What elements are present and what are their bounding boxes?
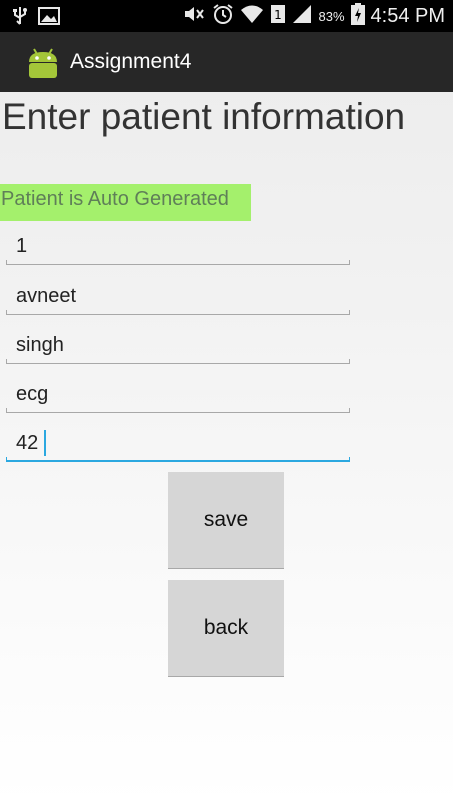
status-time: 4:54 PM xyxy=(370,4,445,27)
age-input[interactable] xyxy=(6,426,350,460)
first-name-field[interactable] xyxy=(6,279,350,315)
wifi-icon xyxy=(240,4,264,29)
battery-charging-icon xyxy=(350,2,365,30)
save-button[interactable]: save xyxy=(168,472,284,569)
usb-icon xyxy=(12,6,28,31)
page-title: Enter patient information xyxy=(2,96,406,137)
last-name-input[interactable] xyxy=(6,328,350,362)
android-icon xyxy=(26,47,60,84)
battery-percent: 83% xyxy=(318,8,345,24)
test-input[interactable] xyxy=(6,377,350,411)
age-field[interactable] xyxy=(6,426,350,462)
last-name-field[interactable] xyxy=(6,328,350,364)
alarm-icon xyxy=(212,3,234,30)
app-title: Assignment4 xyxy=(70,50,192,73)
status-bar: 1 83% 4:54 PM xyxy=(0,0,453,32)
field-underline xyxy=(6,412,350,413)
auto-generated-label: Patient is Auto Generated xyxy=(0,184,251,221)
signal-icon xyxy=(292,4,312,29)
image-icon xyxy=(38,6,60,31)
sim-icon: 1 xyxy=(270,4,286,29)
patient-id-field[interactable] xyxy=(6,229,350,265)
test-field[interactable] xyxy=(6,377,350,413)
back-button[interactable]: back xyxy=(168,580,284,677)
svg-text:1: 1 xyxy=(275,8,283,22)
action-bar xyxy=(0,32,453,92)
field-underline-focused xyxy=(6,460,350,462)
field-underline xyxy=(6,264,350,265)
field-underline xyxy=(6,314,350,315)
mute-icon xyxy=(182,4,206,29)
patient-id-input[interactable] xyxy=(6,229,350,263)
first-name-input[interactable] xyxy=(6,279,350,313)
text-cursor xyxy=(44,430,46,456)
field-underline xyxy=(6,363,350,364)
